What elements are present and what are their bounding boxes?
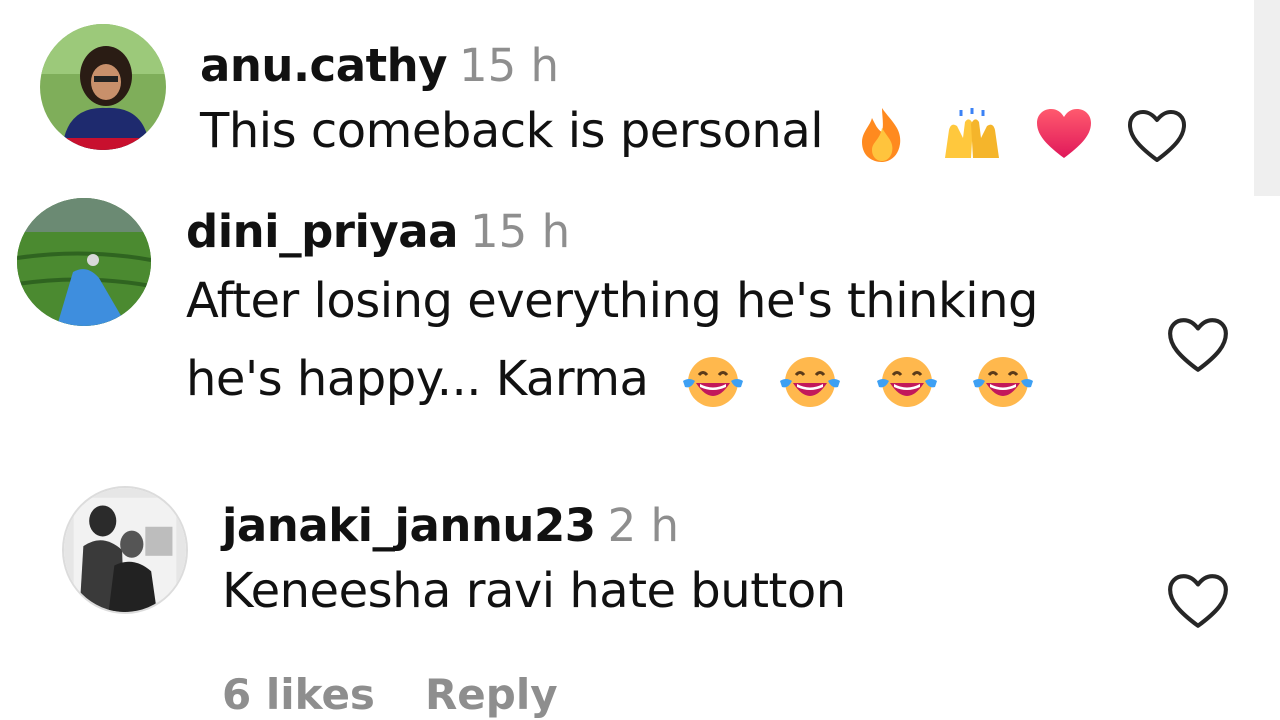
red-heart-emoji (1035, 108, 1093, 160)
likes-count[interactable]: 6 likes (222, 670, 375, 719)
scrollbar[interactable] (1254, 0, 1280, 196)
heart-outline-icon (1168, 574, 1228, 628)
comment-text: Keneesha ravi hate button (222, 563, 846, 619)
avatar[interactable] (40, 24, 166, 150)
tears-of-joy-emoji (778, 355, 842, 409)
like-button[interactable] (1166, 572, 1230, 634)
comment-username[interactable]: dini_priyaa (186, 205, 459, 258)
reply-button[interactable]: Reply (425, 670, 558, 719)
avatar[interactable] (17, 198, 151, 326)
fire-emoji (856, 106, 908, 162)
comment-time: 2 h (607, 499, 680, 552)
tears-of-joy-emoji (971, 355, 1035, 409)
like-button[interactable] (1126, 108, 1188, 168)
tears-of-joy-emoji (875, 355, 939, 409)
comment-username[interactable]: janaki_jannu23 (222, 499, 596, 552)
comment-text: This comeback is personal (200, 92, 1093, 170)
like-button[interactable] (1166, 316, 1230, 378)
comment-time: 15 h (470, 205, 571, 258)
comment-time: 15 h (458, 39, 560, 92)
heart-outline-icon (1168, 318, 1228, 372)
avatar[interactable] (62, 486, 188, 614)
tears-of-joy-emoji (681, 355, 745, 409)
raising-hands-emoji (941, 108, 1003, 160)
heart-outline-icon (1128, 110, 1186, 162)
comment-text: After losing everything he's thinking he… (186, 273, 1039, 409)
comment-username[interactable]: anu.cathy (200, 39, 447, 92)
